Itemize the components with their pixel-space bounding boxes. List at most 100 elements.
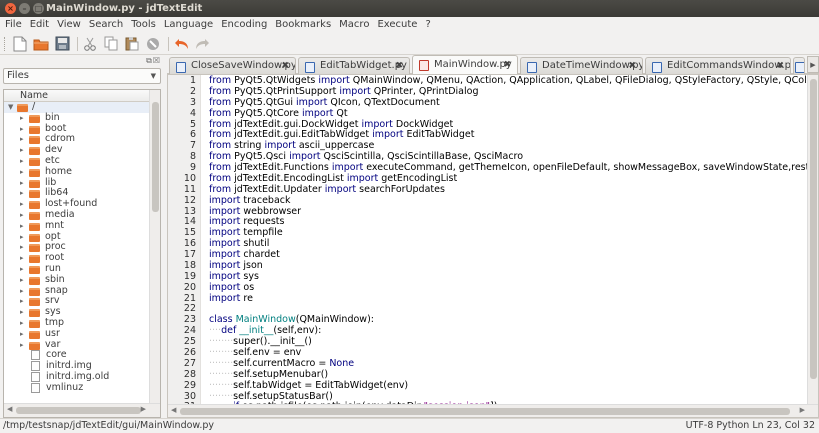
- tree-row[interactable]: ▸ srv: [4, 296, 150, 307]
- chevron-right-icon[interactable]: ▸: [20, 145, 24, 156]
- copy-icon[interactable]: [102, 35, 120, 53]
- tree-row[interactable]: ▸ mnt: [4, 220, 150, 232]
- menu-macro[interactable]: Macro: [335, 17, 373, 33]
- tree-row[interactable]: ▸ root: [4, 252, 150, 264]
- chevron-down-icon[interactable]: ▼: [8, 102, 13, 113]
- code-area[interactable]: from PyQt5.QtWidgets import QMainWindow,…: [209, 75, 809, 405]
- minimize-window-icon[interactable]: –: [19, 3, 30, 14]
- chevron-right-icon[interactable]: ▸: [20, 113, 24, 124]
- tree-row[interactable]: ▸ home: [4, 166, 150, 178]
- chevron-right-icon[interactable]: ▸: [20, 156, 24, 167]
- folder-icon: [29, 136, 40, 145]
- cut-icon[interactable]: [81, 35, 99, 53]
- menu-execute[interactable]: Execute: [373, 17, 421, 33]
- tab-closesavewindow[interactable]: CloseSaveWindow.py ✖: [169, 57, 296, 74]
- tree-column-header[interactable]: Name: [4, 90, 160, 102]
- menu-file[interactable]: File: [0, 17, 26, 33]
- tab-scroll-right-icon[interactable]: ▶: [807, 56, 819, 73]
- chevron-right-icon[interactable]: ▸: [20, 188, 24, 199]
- chevron-right-icon[interactable]: ▸: [20, 286, 24, 297]
- chevron-right-icon[interactable]: ▸: [20, 340, 24, 351]
- tab-overflow[interactable]: [793, 57, 805, 74]
- toolbar-grip[interactable]: [4, 36, 7, 51]
- redo-icon[interactable]: [193, 35, 211, 53]
- tab-datetimewindow[interactable]: DateTimeWindow.py ✖: [520, 57, 643, 74]
- tree-row[interactable]: ▸ var: [4, 339, 150, 351]
- menu-bookmarks[interactable]: Bookmarks: [271, 17, 335, 33]
- chevron-right-icon[interactable]: ▸: [20, 199, 24, 210]
- menu-help[interactable]: ?: [421, 17, 434, 33]
- tree-row[interactable]: ▸ run: [4, 263, 150, 275]
- tree-row[interactable]: ▸ snap: [4, 285, 150, 297]
- menu-view[interactable]: View: [53, 17, 85, 33]
- maximize-window-icon[interactable]: □: [33, 3, 44, 14]
- editor-tab-bar: CloseSaveWindow.py ✖ EditTabWidget.py ✖ Ma…: [167, 55, 819, 74]
- menu-encoding[interactable]: Encoding: [217, 17, 271, 33]
- chevron-right-icon[interactable]: ▸: [20, 307, 24, 318]
- tree-row[interactable]: ▸ etc: [4, 155, 150, 167]
- tree-row[interactable]: ▸ cdrom: [4, 134, 150, 145]
- chevron-right-icon[interactable]: ▸: [20, 210, 24, 221]
- tree-row[interactable]: ▸ lib: [4, 177, 150, 189]
- tree-row[interactable]: ▸ sbin: [4, 274, 150, 286]
- tree-row[interactable]: vmlinuz: [4, 381, 150, 394]
- menu-language[interactable]: Language: [160, 17, 217, 33]
- paste-icon[interactable]: [123, 35, 141, 53]
- python-file-icon: [419, 60, 429, 71]
- editor-vertical-scrollbar[interactable]: [807, 75, 818, 405]
- open-folder-icon[interactable]: [32, 35, 50, 53]
- chevron-right-icon[interactable]: ▸: [20, 253, 24, 264]
- chevron-right-icon[interactable]: ▸: [20, 221, 24, 232]
- folder-icon: [29, 266, 40, 274]
- chevron-right-icon[interactable]: ▸: [20, 242, 24, 253]
- tree-horizontal-scrollbar[interactable]: ◀ ▶: [4, 403, 160, 417]
- file-tree[interactable]: Name ▼ / ▸ bin ▸ boot ▸ cdrom ▸ dev ▸ etc ▸ home ▸ lib ▸…: [3, 89, 161, 418]
- tree-row[interactable]: ▸ bin: [4, 112, 150, 124]
- tree-row[interactable]: ▸ opt: [4, 231, 150, 243]
- tree-row[interactable]: ▸ lost+found: [4, 198, 150, 210]
- tree-row[interactable]: ▸ media: [4, 209, 150, 221]
- close-tab-icon[interactable]: ✖: [503, 56, 511, 74]
- undo-icon[interactable]: [172, 35, 190, 53]
- delete-icon[interactable]: [144, 35, 162, 53]
- folder-icon: [29, 309, 40, 318]
- file-icon: [31, 361, 40, 372]
- close-window-icon[interactable]: ×: [5, 3, 16, 14]
- chevron-right-icon[interactable]: ▸: [20, 264, 24, 275]
- chevron-right-icon[interactable]: ▸: [20, 318, 24, 329]
- tree-row[interactable]: ▸ usr: [4, 328, 150, 340]
- save-icon[interactable]: [53, 35, 71, 53]
- close-tab-icon[interactable]: ✖: [281, 58, 289, 74]
- chevron-right-icon[interactable]: ▸: [20, 167, 24, 178]
- folder-icon: [29, 201, 40, 210]
- dock-float-close-icons[interactable]: ⧉☒: [146, 56, 161, 66]
- chevron-right-icon[interactable]: ▸: [20, 296, 24, 307]
- new-file-icon[interactable]: [11, 35, 29, 53]
- tree-row[interactable]: ▸ proc: [4, 242, 150, 253]
- close-tab-icon[interactable]: ✖: [776, 58, 784, 74]
- tab-edittabwidget[interactable]: EditTabWidget.py ✖: [298, 57, 410, 74]
- chevron-right-icon[interactable]: ▸: [20, 329, 24, 340]
- tab-mainwindow[interactable]: MainWindow.py ✖: [412, 55, 518, 74]
- chevron-right-icon[interactable]: ▸: [20, 275, 24, 286]
- chevron-right-icon[interactable]: ▸: [20, 178, 24, 189]
- tab-editcommandswindow[interactable]: EditCommandsWindow.py ✖: [645, 57, 791, 74]
- tree-row[interactable]: ▸ boot: [4, 123, 150, 135]
- editor-horizontal-scrollbar[interactable]: ◀ ▶: [168, 404, 818, 417]
- tree-row-root[interactable]: ▼ /: [4, 101, 150, 113]
- menu-search[interactable]: Search: [85, 17, 127, 33]
- tree-row-label: vmlinuz: [46, 381, 84, 393]
- close-tab-icon[interactable]: ✖: [628, 58, 636, 74]
- close-tab-icon[interactable]: ✖: [395, 58, 403, 74]
- chevron-right-icon[interactable]: ▸: [20, 134, 24, 145]
- chevron-right-icon[interactable]: ▸: [20, 232, 24, 243]
- menu-tools[interactable]: Tools: [127, 17, 160, 33]
- tree-vertical-scrollbar[interactable]: [149, 90, 160, 404]
- tree-row[interactable]: ▸ dev: [4, 144, 150, 156]
- code-editor[interactable]: 1 2 3 4 5 6 7 8 9 10 11 12 13 14 15 16 17 18 19 20 21 22 23 24 2…: [167, 74, 819, 418]
- tree-row[interactable]: ▸ tmp: [4, 317, 150, 329]
- chevron-right-icon[interactable]: ▸: [20, 124, 24, 135]
- menu-edit[interactable]: Edit: [26, 17, 53, 33]
- dock-type-select[interactable]: Files ▼: [3, 68, 161, 84]
- tree-row[interactable]: ▸ sys: [4, 306, 150, 318]
